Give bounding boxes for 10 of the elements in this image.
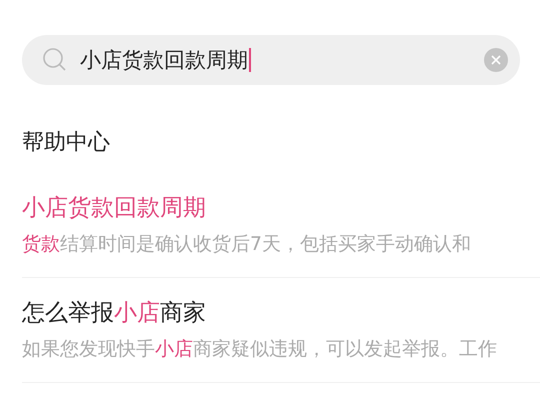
result-snippet: 货款结算时间是确认收货后7天，包括买家手动确认和 — [22, 233, 472, 257]
search-icon — [42, 47, 68, 73]
clear-icon[interactable] — [484, 48, 508, 72]
result-title: 怎么举报小店商家 — [22, 299, 207, 328]
search-result[interactable]: 小店货款回款周期 货款结算时间是确认收货后7天，包括买家手动确认和 — [22, 173, 540, 278]
search-result[interactable]: 怎么举报小店商家 如果您发现快手小店商家疑似违规，可以发起举报。工作 — [22, 278, 540, 383]
result-title: 小店货款回款周期 — [22, 194, 207, 223]
result-snippet: 如果您发现快手小店商家疑似违规，可以发起举报。工作 — [22, 338, 498, 362]
search-field[interactable]: 小店货款回款周期 — [22, 35, 520, 85]
section-title: 帮助中心 — [22, 129, 111, 157]
